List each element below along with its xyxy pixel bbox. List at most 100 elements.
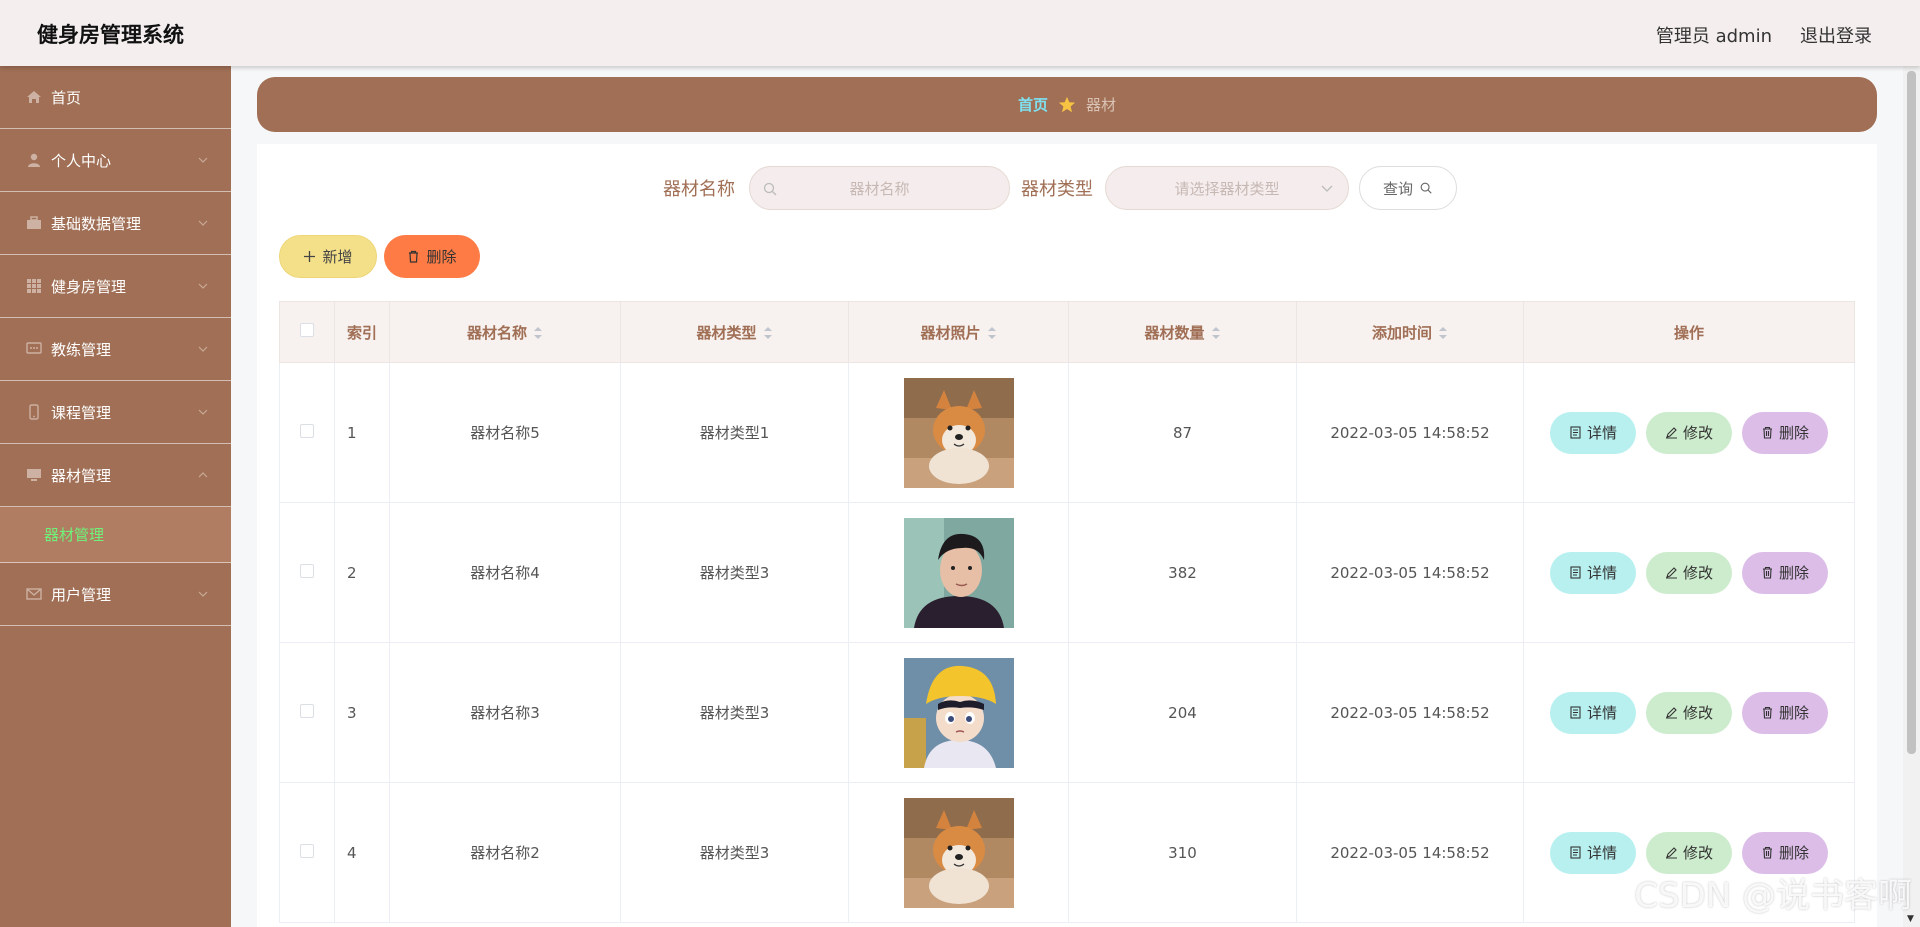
briefcase-icon — [26, 215, 42, 231]
actions-cell: 详情 修改 删除 — [1523, 502, 1855, 643]
row-checkbox[interactable] — [300, 423, 314, 438]
young-man-portrait[interactable] — [903, 517, 1014, 628]
index-cell: 3 — [334, 642, 390, 783]
sidebar-subitem-equipment-management[interactable]: 器材管理 — [0, 507, 231, 563]
chevron-down-icon — [198, 346, 208, 352]
name-search-input[interactable]: 器材名称 — [749, 166, 1010, 210]
type-select-placeholder: 请选择器材类型 — [1174, 179, 1280, 198]
search-bar: 器材名称 器材名称 器材类型 请选择器材类型 查询 — [257, 166, 1877, 210]
row-checkbox[interactable] — [300, 703, 314, 718]
type-filter-label: 器材类型 — [1021, 179, 1093, 200]
edit-button[interactable]: 修改 — [1646, 691, 1732, 734]
column-header-name[interactable]: 器材名称 — [389, 301, 621, 363]
table-row: 1 器材名称5 器材类型1 87 2022-03-05 14:58:52 详情 … — [279, 362, 1855, 503]
table-row: 4 器材名称2 器材类型3 310 2022-03-05 14:58:52 详情… — [279, 782, 1855, 923]
sidebar-item-coach[interactable]: 教练管理 — [0, 318, 231, 381]
edit-icon — [1665, 567, 1677, 579]
quantity-cell: 204 — [1068, 642, 1297, 783]
chevron-down-icon — [198, 220, 208, 226]
type-select[interactable]: 请选择器材类型 — [1105, 166, 1349, 210]
delete-button[interactable]: 删除 — [1742, 691, 1828, 734]
time-cell: 2022-03-05 14:58:52 — [1296, 362, 1524, 503]
document-icon — [1570, 706, 1581, 719]
column-header-quantity[interactable]: 器材数量 — [1068, 301, 1297, 363]
delete-button[interactable]: 删除 — [1742, 411, 1828, 454]
trash-icon — [1762, 426, 1772, 439]
column-header-time[interactable]: 添加时间 — [1296, 301, 1524, 363]
sidebar-item-users[interactable]: 用户管理 — [0, 563, 231, 626]
vertical-scrollbar[interactable]: ▼ — [1903, 66, 1920, 927]
logout-link[interactable]: 退出登录 — [1800, 22, 1872, 48]
photo-cell — [848, 362, 1069, 503]
column-header-label: 器材数量 — [1144, 323, 1205, 342]
search-icon — [763, 182, 777, 196]
breadcrumb-current: 器材 — [1086, 96, 1117, 114]
app-title: 健身房管理系统 — [37, 23, 184, 47]
type-cell: 器材类型3 — [620, 782, 849, 923]
shiba-dog-photo[interactable] — [903, 797, 1014, 908]
column-header-label: 器材名称 — [466, 323, 527, 342]
delete-button-label: 删除 — [1778, 424, 1809, 442]
name-cell: 器材名称2 — [389, 782, 621, 923]
quantity-cell: 87 — [1068, 362, 1297, 503]
sort-icon[interactable] — [533, 326, 543, 340]
sidebar-item-label: 基础数据管理 — [51, 214, 142, 233]
detail-button[interactable]: 详情 — [1550, 691, 1636, 734]
anime-boy-yellow-hat[interactable] — [903, 657, 1014, 768]
index-cell: 1 — [334, 362, 390, 503]
sidebar-item-home[interactable]: 首页 — [0, 66, 231, 129]
sidebar-item-gym[interactable]: 健身房管理 — [0, 255, 231, 318]
edit-button[interactable]: 修改 — [1646, 411, 1732, 454]
add-button[interactable]: 新增 — [279, 235, 377, 278]
edit-button[interactable]: 修改 — [1646, 551, 1732, 594]
sidebar-item-profile[interactable]: 个人中心 — [0, 129, 231, 192]
detail-button[interactable]: 详情 — [1550, 831, 1636, 874]
sort-icon[interactable] — [1211, 326, 1221, 340]
sort-icon[interactable] — [1438, 326, 1448, 340]
detail-button[interactable]: 详情 — [1550, 411, 1636, 454]
index-cell: 2 — [334, 502, 390, 643]
photo-cell — [848, 502, 1069, 643]
sort-icon[interactable] — [763, 326, 773, 340]
sidebar-item-equipment[interactable]: 器材管理 — [0, 444, 231, 507]
delete-button-label: 删除 — [1778, 564, 1809, 582]
batch-delete-button[interactable]: 删除 — [384, 235, 480, 278]
edit-button-label: 修改 — [1682, 424, 1713, 442]
query-button[interactable]: 查询 — [1359, 166, 1457, 210]
trash-icon — [1762, 846, 1772, 859]
scrollbar-thumb[interactable] — [1907, 71, 1916, 754]
sidebar-item-label: 用户管理 — [51, 585, 112, 604]
chat-icon — [26, 341, 42, 357]
row-checkbox[interactable] — [300, 563, 314, 578]
edit-icon — [1665, 847, 1677, 859]
detail-button-label: 详情 — [1586, 704, 1617, 722]
column-header-actions: 操作 — [1523, 301, 1855, 363]
delete-button-label: 删除 — [1778, 704, 1809, 722]
sort-icon[interactable] — [987, 326, 997, 340]
document-icon — [1570, 426, 1581, 439]
column-header-label: 器材类型 — [696, 323, 757, 342]
row-checkbox[interactable] — [300, 843, 314, 858]
home-icon — [26, 89, 42, 105]
edit-button-label: 修改 — [1682, 844, 1713, 862]
name-cell: 器材名称3 — [389, 642, 621, 783]
detail-button-label: 详情 — [1586, 844, 1617, 862]
detail-button[interactable]: 详情 — [1550, 551, 1636, 594]
row-select-cell — [279, 782, 335, 923]
detail-button-label: 详情 — [1586, 424, 1617, 442]
star-icon — [1058, 96, 1076, 112]
time-cell: 2022-03-05 14:58:52 — [1296, 642, 1524, 783]
select-all-checkbox[interactable] — [300, 323, 314, 337]
breadcrumb-home-link[interactable]: 首页 — [1018, 94, 1048, 115]
column-header-type[interactable]: 器材类型 — [620, 301, 849, 363]
sidebar-item-course[interactable]: 课程管理 — [0, 381, 231, 444]
delete-button[interactable]: 删除 — [1742, 551, 1828, 594]
add-button-label: 新增 — [322, 248, 353, 266]
column-header-photo[interactable]: 器材照片 — [848, 301, 1069, 363]
shiba-dog-photo[interactable] — [903, 377, 1014, 488]
query-button-label: 查询 — [1382, 179, 1413, 198]
sidebar-item-base-data[interactable]: 基础数据管理 — [0, 192, 231, 255]
content-panel: 器材名称 器材名称 器材类型 请选择器材类型 查询 新增 删除 索引 器材名称 … — [257, 144, 1877, 927]
column-header-label: 器材照片 — [920, 323, 981, 342]
table-row: 3 器材名称3 器材类型3 204 2022-03-05 14:58:52 详情… — [279, 642, 1855, 783]
